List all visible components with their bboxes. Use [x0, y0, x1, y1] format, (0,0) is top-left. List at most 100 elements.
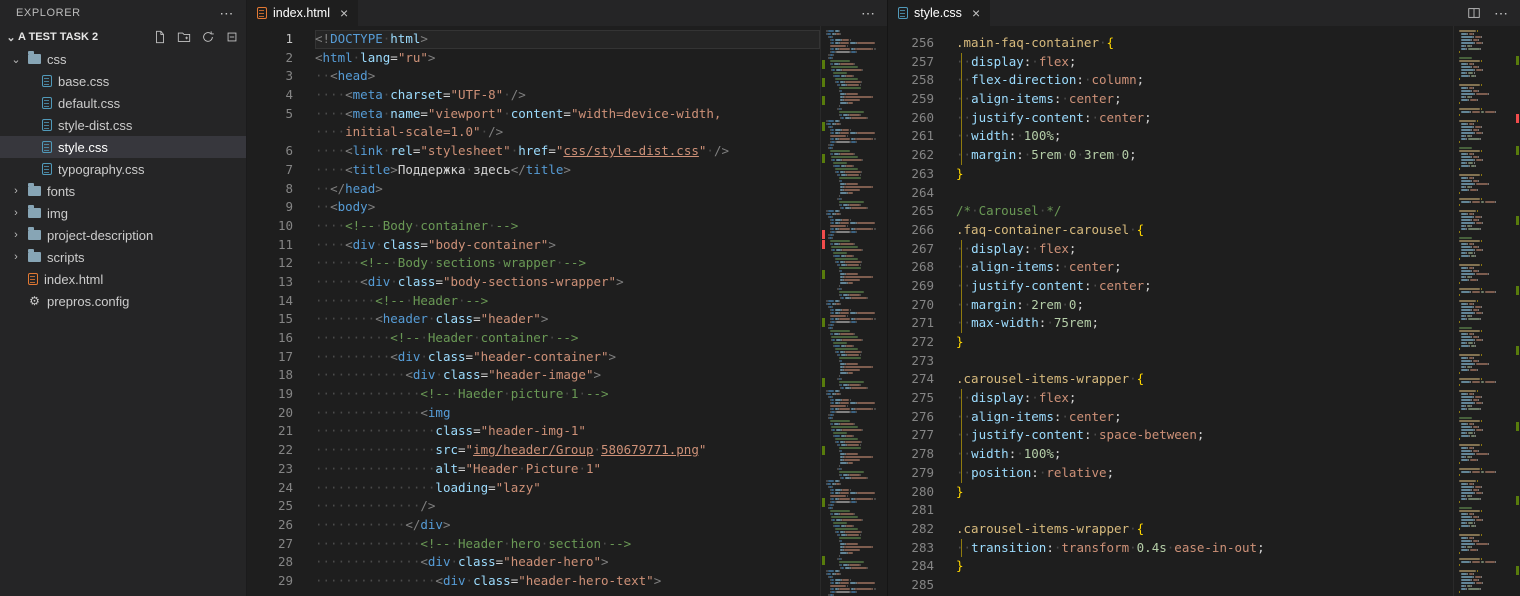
tree-item-project-description[interactable]: › project-description: [0, 224, 246, 246]
code-line[interactable]: ··········<!--·Header·container·-->: [315, 329, 820, 348]
editor-actions-right: ⋯: [1466, 0, 1520, 26]
code-line[interactable]: ··flex-direction:·column;: [956, 71, 1453, 90]
code-line[interactable]: ········<!--·Header·-->: [315, 292, 820, 311]
tree-item-default.css[interactable]: default.css: [0, 92, 246, 114]
code-line[interactable]: .carousel-items-wrapper·{: [956, 370, 1453, 389]
folder-icon: [28, 51, 41, 64]
code-line[interactable]: ··justify-content:·center;: [956, 276, 1453, 296]
new-file-icon[interactable]: [152, 29, 168, 45]
explorer-more-icon[interactable]: ⋯: [219, 6, 234, 20]
code-line[interactable]: ··············<!--·Header·hero·section·-…: [315, 535, 820, 554]
code-line[interactable]: ····<meta·name="viewport"·content="width…: [315, 105, 820, 124]
code-line[interactable]: [956, 576, 1453, 595]
minimap[interactable]: [820, 26, 887, 596]
code-line[interactable]: .carousel-items-wrapper·{: [956, 520, 1453, 539]
vscode-window: EXPLORER ⋯ ⌄ A TEST TASK 2 ⌄ css base.cs…: [0, 0, 1520, 596]
code-line[interactable]: }: [956, 483, 1453, 502]
code-line[interactable]: ··display:·flex;: [956, 239, 1453, 259]
code-line[interactable]: <!DOCTYPE·html>: [315, 30, 820, 49]
code-line[interactable]: }: [956, 165, 1453, 184]
code-line[interactable]: ··width:·100%;: [956, 445, 1453, 464]
code-line[interactable]: ··margin:·5rem·0·3rem·0;: [956, 146, 1453, 165]
code-line[interactable]: ············</div>: [315, 516, 820, 535]
minimap-git-decoration: [1516, 56, 1519, 65]
code-line[interactable]: ··transition:·transform·0.4s·ease-in-out…: [956, 538, 1453, 558]
minimap-git-decoration: [822, 270, 825, 279]
tree-item-label: img: [47, 205, 68, 221]
code-line[interactable]: ······<div·class="body-sections-wrapper"…: [315, 273, 820, 292]
code-line[interactable]: ··········<div·class="header-container">: [315, 348, 820, 367]
tree-item-style.css[interactable]: style.css: [0, 136, 246, 158]
code-line[interactable]: ····initial-scale=1.0"·/>: [315, 123, 820, 142]
code-line[interactable]: [956, 352, 1453, 371]
code-line[interactable]: ··</head>: [315, 180, 820, 199]
code-line[interactable]: [956, 501, 1453, 520]
minimap-git-decoration: [1516, 496, 1519, 505]
code-line[interactable]: ··justify-content:·center;: [956, 108, 1453, 128]
tree-item-style-dist.css[interactable]: style-dist.css: [0, 114, 246, 136]
code-lines[interactable]: <!DOCTYPE·html> <html·lang="ru"> ··<head> ·…: [293, 26, 820, 596]
minimap[interactable]: [1453, 26, 1520, 596]
code-line[interactable]: <html·lang="ru">: [315, 49, 820, 68]
workspace-section-header[interactable]: ⌄ A TEST TASK 2: [0, 26, 246, 48]
code-editor-index-html[interactable]: 1 2 3 4 5 6 7 8 9 10 11 12 13 14 15 16 17 18 19 20 21 22 23 24 2…: [247, 26, 887, 596]
code-line[interactable]: ····<!--·Body·container·-->: [315, 217, 820, 236]
code-line[interactable]: ··············/>: [315, 497, 820, 516]
code-line[interactable]: }: [956, 557, 1453, 576]
tree-item-index.html[interactable]: index.html: [0, 268, 246, 290]
code-line[interactable]: ····<title>Поддержка·здесь</title>: [315, 161, 820, 180]
code-line[interactable]: ··margin:·2rem·0;: [956, 295, 1453, 315]
more-actions-icon[interactable]: ⋯: [1494, 6, 1508, 20]
code-line[interactable]: ····<meta·charset="UTF-8"·/>: [315, 86, 820, 105]
code-line[interactable]: /*·Carousel·*/: [956, 202, 1453, 221]
code-line[interactable]: ··max-width:·75rem;: [956, 314, 1453, 333]
code-line[interactable]: ··display:·flex;: [956, 389, 1453, 408]
code-line[interactable]: [956, 184, 1453, 203]
minimap-git-decoration: [822, 96, 825, 105]
code-line[interactable]: ················<div·class="header-hero-…: [315, 572, 820, 591]
code-line[interactable]: ········<header·class="header">: [315, 310, 820, 329]
tree-item-css[interactable]: ⌄ css: [0, 48, 246, 70]
code-line[interactable]: ··············<img: [315, 404, 820, 423]
code-line[interactable]: ··<head>: [315, 67, 820, 86]
tree-item-prepros.config[interactable]: ⚙ prepros.config: [0, 290, 246, 312]
tree-item-base.css[interactable]: base.css: [0, 70, 246, 92]
code-line[interactable]: ··justify-content:·space-between;: [956, 426, 1453, 445]
code-line[interactable]: ··display:·flex;: [956, 52, 1453, 72]
code-line[interactable]: ····<div·class="body-container">: [315, 236, 820, 255]
close-icon[interactable]: ×: [972, 5, 980, 21]
code-line[interactable]: }: [956, 333, 1453, 352]
code-line[interactable]: .main-faq-container·{: [956, 34, 1453, 53]
tab-style-css[interactable]: style.css ×: [888, 0, 991, 26]
code-line[interactable]: ··align-items:·center;: [956, 407, 1453, 427]
code-line[interactable]: ················alt="Header·Picture·1": [315, 460, 820, 479]
code-line[interactable]: ················src="img/header/Group·58…: [315, 441, 820, 460]
code-line[interactable]: ··············<!--·Haeder·picture·1·-->: [315, 385, 820, 404]
code-line[interactable]: ··align-items:·center;: [956, 90, 1453, 109]
more-actions-icon[interactable]: ⋯: [861, 6, 875, 20]
code-line[interactable]: ··width:·100%;: [956, 127, 1453, 146]
tree-item-fonts[interactable]: › fonts: [0, 180, 246, 202]
code-lines[interactable]: .main-faq-container·{··display:·flex; ··f…: [934, 26, 1453, 596]
code-line[interactable]: ··position:·relative;: [956, 463, 1453, 483]
code-editor-style-css[interactable]: 256 257 258 259 260 261 262 263 264 265 266 267 268 2…: [888, 26, 1520, 596]
code-line[interactable]: ············<div·class="header-image">: [315, 366, 820, 385]
collapse-all-icon[interactable]: [224, 29, 240, 45]
code-line[interactable]: ····<link·rel="stylesheet"·href="css/sty…: [315, 142, 820, 161]
tree-item-scripts[interactable]: › scripts: [0, 246, 246, 268]
refresh-icon[interactable]: [200, 29, 216, 45]
code-line[interactable]: ··<body>: [315, 198, 820, 217]
split-editor-icon[interactable]: [1466, 5, 1482, 21]
code-line[interactable]: ················class="header-img-1": [315, 422, 820, 441]
new-folder-icon[interactable]: [176, 29, 192, 45]
code-line[interactable]: .faq-container-carousel·{: [956, 221, 1453, 240]
tab-index-html[interactable]: index.html ×: [247, 0, 359, 26]
code-line[interactable]: ······<!--·Body·sections·wrapper·-->: [315, 254, 820, 273]
tree-item-typography.css[interactable]: typography.css: [0, 158, 246, 180]
chevron-right-icon: ›: [14, 185, 18, 197]
tree-item-img[interactable]: › img: [0, 202, 246, 224]
code-line[interactable]: ··align-items:·center;: [956, 258, 1453, 277]
code-line[interactable]: ··············<div·class="header-hero">: [315, 553, 820, 572]
close-icon[interactable]: ×: [340, 5, 348, 21]
code-line[interactable]: ················loading="lazy": [315, 479, 820, 498]
